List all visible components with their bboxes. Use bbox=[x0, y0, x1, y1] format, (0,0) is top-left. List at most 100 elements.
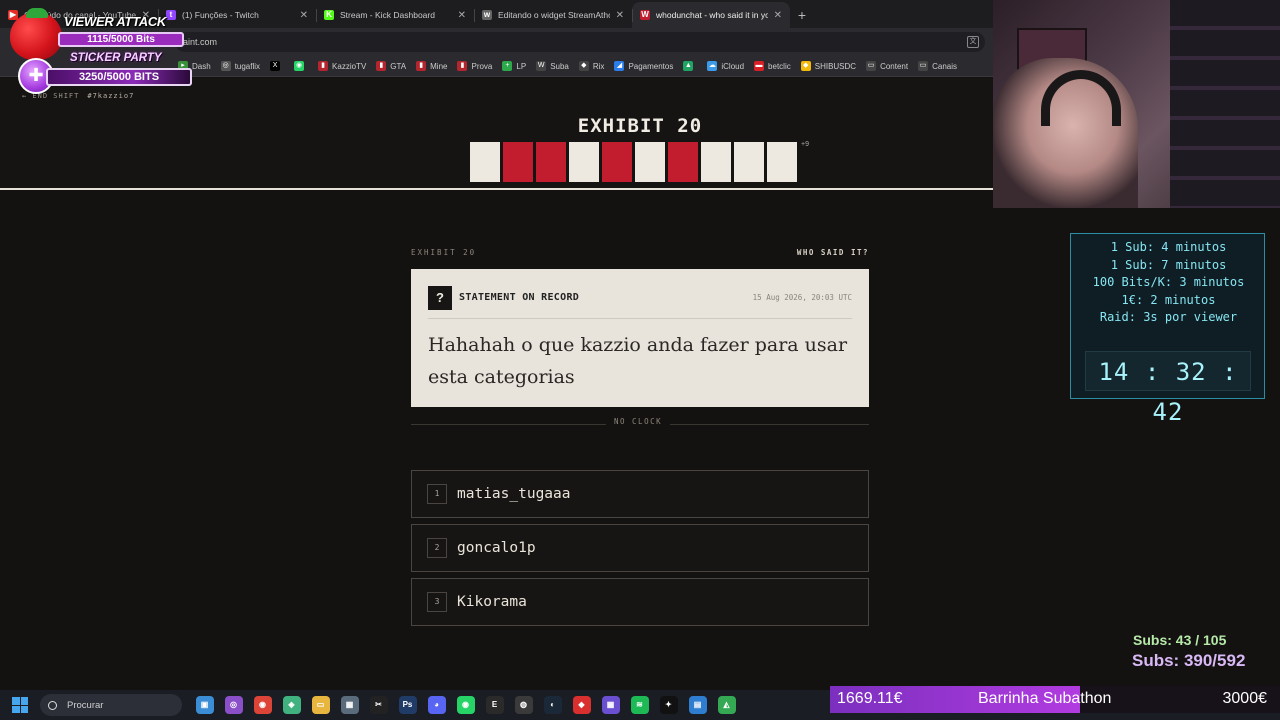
figure-shelf bbox=[1170, 0, 1280, 208]
bookmark-icon: ▮ bbox=[416, 61, 427, 71]
bookmark-label: KazzioTV bbox=[332, 61, 367, 71]
notes-icon[interactable]: ▤ bbox=[688, 696, 707, 714]
translate-icon[interactable]: 文 bbox=[967, 36, 979, 48]
exhibit-slot bbox=[503, 142, 533, 182]
bookmark-item[interactable]: X bbox=[270, 61, 284, 71]
bits-goals-overlay: ✚ VIEWER ATTACK 1115/5000 Bits STICKER P… bbox=[6, 6, 196, 94]
bookmark-item[interactable]: ◉ bbox=[294, 61, 308, 71]
bookmark-label: Mine bbox=[430, 61, 448, 71]
epic-icon[interactable]: E bbox=[485, 696, 504, 714]
option-number: 3 bbox=[427, 592, 447, 612]
subathon-title: Barrinha Subathon bbox=[978, 690, 1112, 707]
bookmark-item[interactable]: W Suba bbox=[536, 61, 569, 71]
bookmark-item[interactable]: ▮ GTA bbox=[376, 61, 406, 71]
bookmark-label: LP bbox=[516, 61, 527, 71]
bookmark-icon: ▬ bbox=[754, 61, 765, 71]
bookmark-label: SHIBUSDC bbox=[814, 61, 857, 71]
bookmark-item[interactable]: ▬ betclic bbox=[754, 61, 791, 71]
sticker-party-title: STICKER PARTY bbox=[70, 52, 162, 64]
spotify-icon[interactable]: ≋ bbox=[630, 696, 649, 714]
bookmark-item[interactable]: ◆ SHIBUSDC bbox=[800, 61, 857, 71]
obs-icon[interactable]: ◍ bbox=[514, 696, 533, 714]
bookmark-label: Rix bbox=[592, 61, 605, 71]
bookmark-item[interactable]: ▭ Canais bbox=[918, 61, 957, 71]
bookmark-label: Pagamentos bbox=[628, 61, 674, 71]
new-tab-button[interactable]: + bbox=[790, 2, 814, 28]
chrome-icon[interactable]: ◉ bbox=[253, 696, 272, 714]
bookmark-icon: ◆ bbox=[578, 61, 589, 71]
countdown-clock: 14 : 32 : 42 bbox=[1085, 351, 1251, 426]
timer-rules: 1 Sub: 4 minutos 1 Sub: 7 minutos 100 Bits… bbox=[1071, 239, 1266, 327]
bookmark-label: Prova bbox=[471, 61, 493, 71]
bookmark-icon: ▭ bbox=[866, 61, 877, 71]
exhibit-label: EXHIBIT 20 bbox=[411, 248, 477, 257]
capcut2-icon[interactable]: ✦ bbox=[659, 696, 678, 714]
bookmark-label: Suba bbox=[550, 61, 569, 71]
bookmark-item[interactable]: ◎ tugaflix bbox=[220, 61, 260, 71]
subathon-timer: 1 Sub: 4 minutos 1 Sub: 7 minutos 100 Bits… bbox=[1070, 233, 1266, 426]
close-icon[interactable]: ✕ bbox=[616, 10, 624, 21]
folder-icon[interactable]: ▭ bbox=[311, 696, 330, 714]
app2-icon[interactable]: ◆ bbox=[572, 696, 591, 714]
bookmark-item[interactable]: ▭ Content bbox=[866, 61, 908, 71]
bookmark-item[interactable]: ▲ bbox=[683, 61, 697, 71]
timer-rule: 1€: 2 minutos bbox=[1121, 292, 1216, 307]
exhibit-slot bbox=[701, 142, 731, 182]
tab-title: Stream - Kick Dashboard bbox=[340, 10, 435, 20]
subathon-current: 1669.11€ bbox=[837, 690, 903, 707]
subathon-bar: 1669.11€ Barrinha Subathon 3000€ bbox=[830, 686, 1280, 713]
exhibit-title: EXHIBIT 20 bbox=[577, 115, 703, 137]
bookmark-item[interactable]: ▮ Mine bbox=[416, 61, 447, 71]
address-bar[interactable]: aint.com 文 bbox=[175, 32, 985, 52]
suspect-option[interactable]: 1 matias_tugaaa bbox=[411, 470, 869, 518]
bookmark-icon: ▮ bbox=[318, 61, 329, 71]
drive-icon[interactable]: ◭ bbox=[717, 696, 736, 714]
calculator-icon[interactable]: ▦ bbox=[340, 696, 359, 714]
suspect-option[interactable]: 3 Kikorama bbox=[411, 578, 869, 626]
bookmark-icon: ◢ bbox=[614, 61, 625, 71]
channel-name: #7kazzio7 bbox=[87, 92, 135, 100]
capcut-icon[interactable]: ✂ bbox=[369, 696, 388, 714]
grid-icon[interactable]: ▦ bbox=[601, 696, 620, 714]
statement-quote: Hahahah o que kazzio anda fazer para usa… bbox=[428, 334, 848, 388]
bookmark-item[interactable]: ◆ Rix bbox=[578, 61, 605, 71]
bookmark-label: iCloud bbox=[721, 61, 745, 71]
bookmark-item[interactable]: ▮ KazzioTV bbox=[318, 61, 366, 71]
card-divider bbox=[428, 318, 852, 319]
close-icon[interactable]: ✕ bbox=[458, 10, 466, 21]
close-icon[interactable]: ✕ bbox=[774, 10, 782, 21]
bookmark-item[interactable]: ▮ Prova bbox=[457, 61, 492, 71]
bookmark-label: GTA bbox=[390, 61, 407, 71]
bookmark-item[interactable]: + LP bbox=[502, 61, 526, 71]
discord-icon[interactable]: ◕ bbox=[427, 696, 446, 714]
app-icon[interactable]: ◈ bbox=[282, 696, 301, 714]
subs-goal-b: Subs: 390/592 bbox=[1132, 651, 1246, 670]
option-number: 1 bbox=[427, 484, 447, 504]
option-number: 2 bbox=[427, 538, 447, 558]
browser-tab[interactable]: Wwhodunchat - who said it in your chat ✕ bbox=[632, 2, 790, 28]
viewer-attack-title: VIEWER ATTACK bbox=[64, 14, 167, 29]
exhibit-slot bbox=[734, 142, 764, 182]
windows-start-icon[interactable] bbox=[12, 697, 28, 713]
photoshop-icon[interactable]: Ps bbox=[398, 696, 417, 714]
option-username: Kikorama bbox=[457, 594, 527, 610]
timer-rule: 1 Sub: 7 minutos bbox=[1110, 257, 1227, 272]
bookmark-icon: ▲ bbox=[683, 61, 694, 71]
steam-icon[interactable]: ◐ bbox=[543, 696, 562, 714]
tab-favicon-icon: W bbox=[640, 10, 650, 20]
bookmark-item[interactable]: ◢ Pagamentos bbox=[614, 61, 673, 71]
tab-title: whodunchat - who said it in your chat bbox=[656, 10, 768, 20]
bookmark-item[interactable]: ☁ iCloud bbox=[707, 61, 744, 71]
close-icon[interactable]: ✕ bbox=[300, 10, 308, 21]
exhibit-slot bbox=[767, 142, 797, 182]
no-clock-label: NO CLOCK bbox=[606, 417, 671, 426]
photos-icon[interactable]: ▣ bbox=[195, 696, 214, 714]
taskbar-search[interactable]: Procurar bbox=[40, 694, 182, 716]
browser-tab[interactable]: K Stream - Kick Dashboard ✕ bbox=[316, 2, 474, 28]
exhibit-slot bbox=[536, 142, 566, 182]
whatsapp-icon[interactable]: ◉ bbox=[456, 696, 475, 714]
suspect-option[interactable]: 2 goncalo1p bbox=[411, 524, 869, 572]
question-icon: ? bbox=[428, 286, 452, 310]
browser-tab[interactable]: w Editando o widget StreamAthon ✕ bbox=[474, 2, 632, 28]
camera-icon[interactable]: ◎ bbox=[224, 696, 243, 714]
